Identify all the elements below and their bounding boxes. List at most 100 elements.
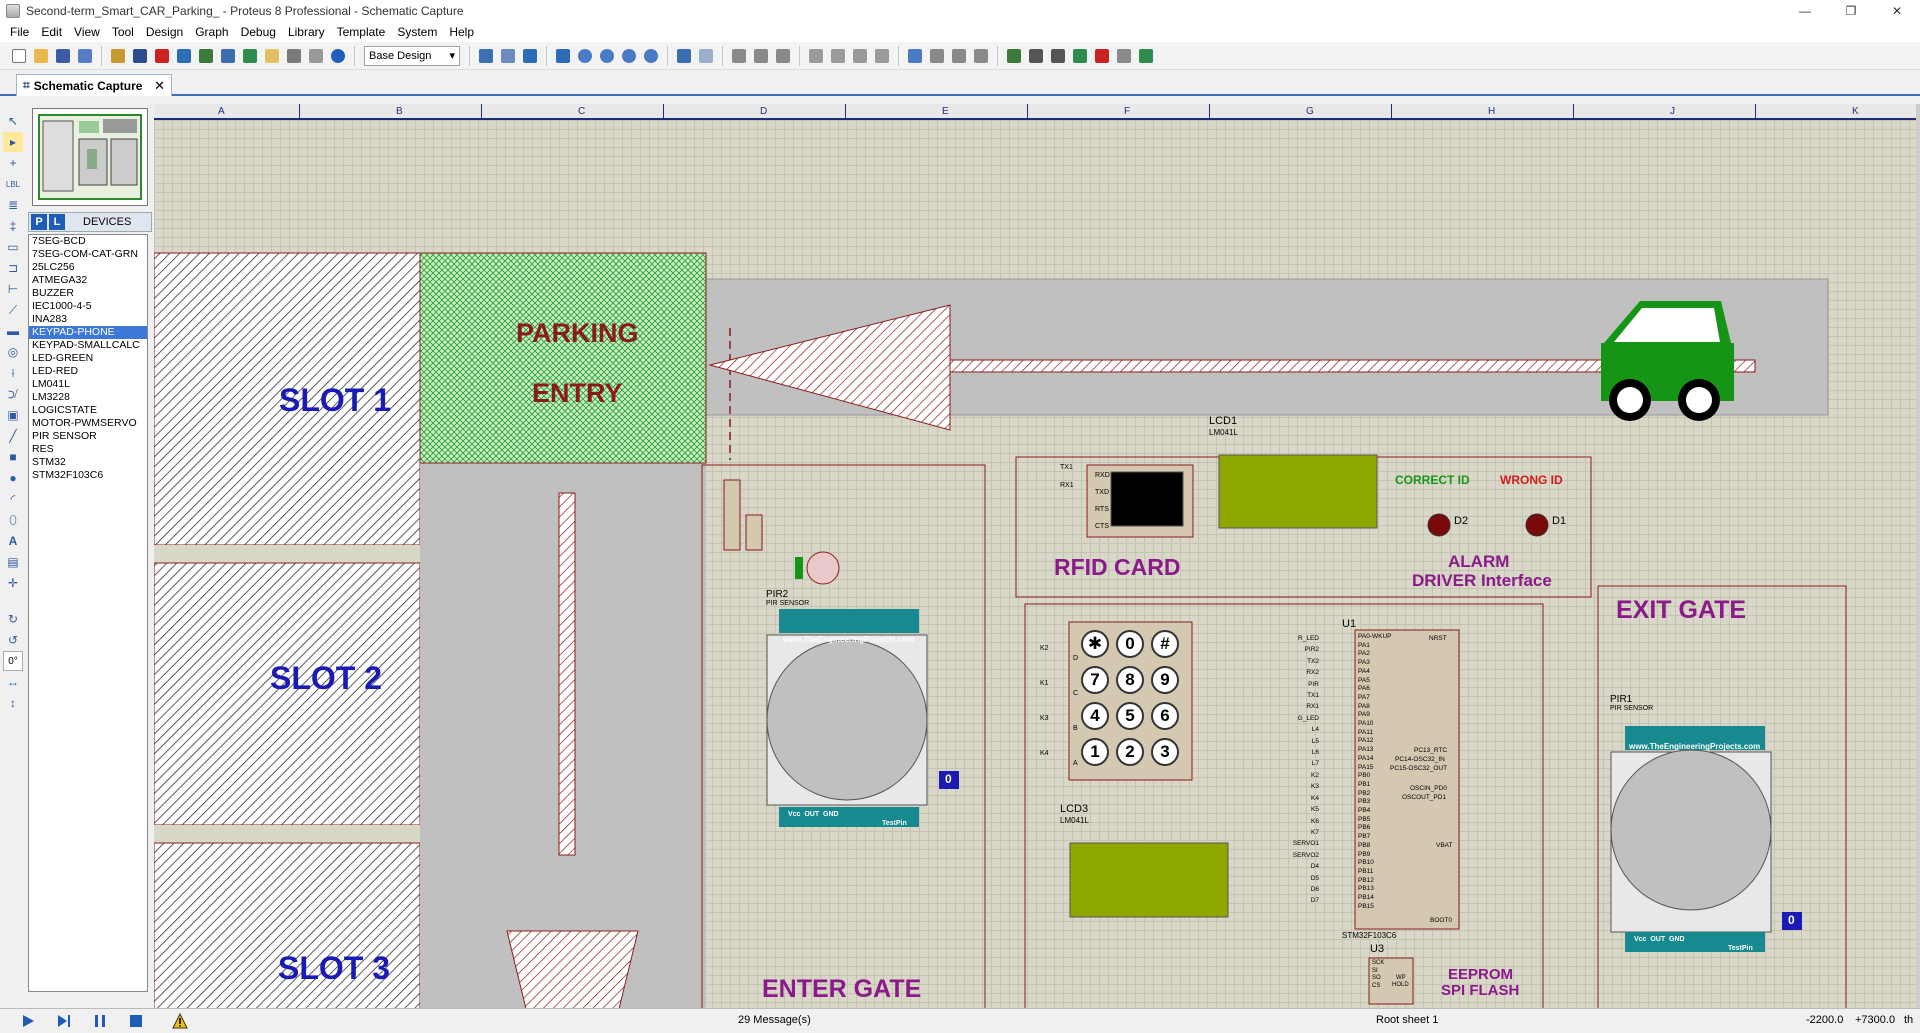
close-window-button[interactable]: ✕ xyxy=(1874,0,1920,22)
new-sheet-icon[interactable] xyxy=(1070,46,1090,66)
keypad-key[interactable]: 6 xyxy=(1151,702,1179,730)
list-item[interactable]: MOTOR-PWMSERVO xyxy=(29,417,147,430)
origin-icon[interactable] xyxy=(520,46,540,66)
circle-icon[interactable]: ● xyxy=(3,468,23,488)
tape-recorder-icon[interactable]: ▬ xyxy=(3,321,23,341)
redo-icon[interactable] xyxy=(696,46,716,66)
menu-edit[interactable]: Edit xyxy=(35,25,68,39)
keypad-key[interactable]: 8 xyxy=(1116,666,1144,694)
new-file-icon[interactable] xyxy=(9,46,29,66)
keypad-key[interactable]: 1 xyxy=(1081,738,1109,766)
tab-schematic-capture[interactable]: ⌗ Schematic Capture ✕ xyxy=(16,74,172,96)
symbol-icon[interactable]: ▤ xyxy=(3,552,23,572)
keypad-key[interactable]: 7 xyxy=(1081,666,1109,694)
list-item-selected[interactable]: KEYPAD-PHONE xyxy=(29,326,147,339)
menu-view[interactable]: View xyxy=(68,25,106,39)
rotation-field[interactable]: 0° xyxy=(3,651,23,671)
help-icon[interactable] xyxy=(328,46,348,66)
keypad-key[interactable]: 4 xyxy=(1081,702,1109,730)
play-icon[interactable] xyxy=(20,1013,36,1029)
minimize-button[interactable]: — xyxy=(1782,0,1828,22)
library-manager-button[interactable]: L xyxy=(49,214,65,230)
list-item[interactable]: 7SEG-BCD xyxy=(29,235,147,248)
save-icon[interactable] xyxy=(53,46,73,66)
component-mode-icon[interactable]: ▸ xyxy=(3,132,23,152)
undo-icon[interactable] xyxy=(674,46,694,66)
pcb-layout-icon[interactable] xyxy=(152,46,172,66)
line-icon[interactable]: ╱ xyxy=(3,426,23,446)
list-item[interactable]: 25LC256 xyxy=(29,261,147,274)
device-list[interactable]: 7SEG-BCD 7SEG-COM-CAT-GRN 25LC256 ATMEGA… xyxy=(28,234,148,992)
3d-viewer-icon[interactable] xyxy=(174,46,194,66)
list-item[interactable]: LED-RED xyxy=(29,365,147,378)
schematic-icon[interactable] xyxy=(130,46,150,66)
list-item[interactable]: LM3228 xyxy=(29,391,147,404)
menu-file[interactable]: File xyxy=(4,25,35,39)
search-icon[interactable] xyxy=(1026,46,1046,66)
design-select[interactable]: Base Design ▾ xyxy=(364,45,460,66)
virtual-instruments-icon[interactable]: ▣ xyxy=(3,405,23,425)
refresh-icon[interactable] xyxy=(476,46,496,66)
zoom-out-icon[interactable] xyxy=(597,46,617,66)
list-item[interactable]: STM32F103C6 xyxy=(29,469,147,482)
menu-design[interactable]: Design xyxy=(140,25,189,39)
electrical-rule-check-icon[interactable] xyxy=(1136,46,1156,66)
step-icon[interactable] xyxy=(56,1013,72,1029)
overview-window[interactable] xyxy=(32,108,148,206)
block-rotate-icon[interactable] xyxy=(850,46,870,66)
block-copy-icon[interactable] xyxy=(806,46,826,66)
path-icon[interactable]: ⬯ xyxy=(3,510,23,530)
pause-icon[interactable] xyxy=(92,1013,108,1029)
design-explorer-icon[interactable] xyxy=(218,46,238,66)
mirror-x-icon[interactable]: ↔ xyxy=(3,672,23,692)
generator-icon[interactable]: ◎ xyxy=(3,342,23,362)
logic-state-value[interactable]: 0 xyxy=(945,772,952,786)
list-item[interactable]: LM041L xyxy=(29,378,147,391)
copy-icon[interactable] xyxy=(751,46,771,66)
save-all-icon[interactable] xyxy=(75,46,95,66)
keypad-key[interactable]: 5 xyxy=(1116,702,1144,730)
arc-icon[interactable]: ◜ xyxy=(3,489,23,509)
marker-icon[interactable]: ✛ xyxy=(3,573,23,593)
list-item[interactable]: IEC1000-4-5 xyxy=(29,300,147,313)
property-tool-icon[interactable] xyxy=(1048,46,1068,66)
mirror-y-icon[interactable]: ↕ xyxy=(3,693,23,713)
zoom-all-icon[interactable] xyxy=(619,46,639,66)
warning-icon[interactable] xyxy=(172,1013,188,1029)
rotate-cw-icon[interactable]: ↻ xyxy=(3,609,23,629)
voltage-probe-icon[interactable]: ⟊ xyxy=(3,363,23,383)
text-icon[interactable]: A xyxy=(3,531,23,551)
home-icon[interactable] xyxy=(108,46,128,66)
keypad-key[interactable]: 0 xyxy=(1116,630,1144,658)
list-item[interactable]: ATMEGA32 xyxy=(29,274,147,287)
menu-system[interactable]: System xyxy=(391,25,443,39)
gerber-icon[interactable] xyxy=(196,46,216,66)
remove-sheet-icon[interactable] xyxy=(1092,46,1112,66)
wire-label-icon[interactable]: LBL xyxy=(3,174,23,194)
maximize-button[interactable]: ❐ xyxy=(1828,0,1874,22)
menu-tool[interactable]: Tool xyxy=(106,25,140,39)
subcircuit-icon[interactable]: ▭ xyxy=(3,237,23,257)
packaging-tool-icon[interactable] xyxy=(949,46,969,66)
list-item[interactable]: LOGICSTATE xyxy=(29,404,147,417)
open-folder-icon[interactable] xyxy=(31,46,51,66)
exit-to-parent-icon[interactable] xyxy=(1114,46,1134,66)
junction-dot-icon[interactable]: + xyxy=(3,153,23,173)
wire-autorouter-icon[interactable] xyxy=(1004,46,1024,66)
stop-icon[interactable] xyxy=(128,1013,144,1029)
schematic-canvas[interactable]: SLOT 1 SLOT 2 SLOT 3 PARKING ENTRY RFID … xyxy=(154,120,1916,1008)
pick-devices-button[interactable]: P xyxy=(31,214,47,230)
source-code-icon[interactable] xyxy=(284,46,304,66)
keypad-key[interactable]: # xyxy=(1151,630,1179,658)
notes-icon[interactable] xyxy=(262,46,282,66)
list-item[interactable]: RES xyxy=(29,443,147,456)
rotate-ccw-icon[interactable]: ↺ xyxy=(3,630,23,650)
text-script-icon[interactable]: ≣ xyxy=(3,195,23,215)
list-item[interactable]: 7SEG-COM-CAT-GRN xyxy=(29,248,147,261)
menu-library[interactable]: Library xyxy=(282,25,331,39)
keypad-key[interactable]: 9 xyxy=(1151,666,1179,694)
logic-state-value[interactable]: 0 xyxy=(1788,913,1795,927)
list-item[interactable]: KEYPAD-SMALLCALC xyxy=(29,339,147,352)
menu-debug[interactable]: Debug xyxy=(235,25,282,39)
report-icon[interactable] xyxy=(306,46,326,66)
